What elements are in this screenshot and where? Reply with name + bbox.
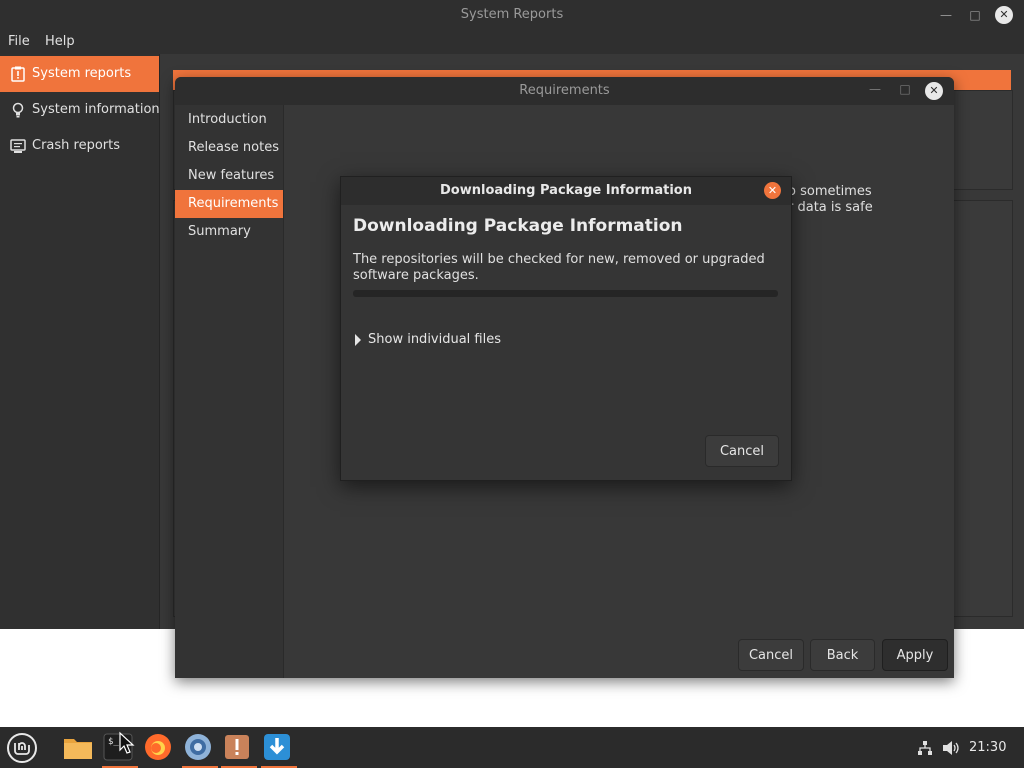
requirements-text-line: r data is safe: [788, 200, 873, 215]
report-icon: [11, 66, 25, 82]
menu-help[interactable]: Help: [45, 34, 75, 49]
update-manager-task[interactable]: [259, 727, 297, 768]
requirements-title: Requirements: [519, 83, 610, 98]
cancel-button[interactable]: Cancel: [738, 639, 804, 671]
system-reports-task[interactable]: [219, 727, 257, 768]
nav-item-label: New features: [188, 168, 275, 183]
firefox-task[interactable]: [140, 727, 178, 768]
sidebar-item-system-information[interactable]: System information: [0, 92, 160, 128]
mint-menu-icon[interactable]: [6, 732, 38, 764]
back-button[interactable]: Back: [810, 639, 875, 671]
minimize-icon[interactable]: —: [867, 82, 883, 96]
requirements-nav: Introduction Release notes New features …: [175, 105, 284, 678]
nav-item-requirements[interactable]: Requirements: [175, 190, 283, 218]
dialog-title: Downloading Package Information: [440, 183, 692, 198]
apply-button[interactable]: Apply: [882, 639, 948, 671]
expander-label: Show individual files: [368, 332, 502, 347]
download-dialog: Downloading Package Information ✕ Downlo…: [340, 176, 792, 481]
lightbulb-icon: [12, 102, 24, 118]
main-window-title: System Reports: [460, 7, 564, 22]
terminal-task[interactable]: $_: [100, 727, 138, 768]
nav-item-label: Requirements: [188, 196, 279, 211]
nav-item-summary[interactable]: Summary: [175, 218, 283, 246]
triangle-right-icon: [355, 334, 361, 346]
close-icon[interactable]: ✕: [995, 6, 1013, 24]
nav-item-label: Summary: [188, 224, 251, 239]
taskbar: $_ 21:30: [0, 727, 1024, 768]
menu-file[interactable]: File: [8, 34, 30, 49]
firefox-icon: [145, 734, 171, 760]
maximize-icon[interactable]: □: [966, 6, 984, 24]
requirements-titlebar[interactable]: Requirements — □ ✕: [175, 77, 954, 105]
dialog-titlebar[interactable]: Downloading Package Information ✕: [341, 177, 791, 205]
clock[interactable]: 21:30: [969, 740, 1006, 755]
update-manager-icon: [264, 734, 290, 760]
sidebar-item-label: Crash reports: [32, 138, 121, 153]
volume-icon[interactable]: [942, 740, 960, 756]
nav-item-label: Release notes: [188, 140, 279, 155]
sidebar-item-crash-reports[interactable]: Crash reports: [0, 128, 159, 164]
dialog-cancel-button[interactable]: Cancel: [705, 435, 779, 467]
sidebar-item-system-reports[interactable]: System reports: [0, 56, 159, 92]
nav-item-label: Introduction: [188, 112, 267, 127]
menubar: File Help: [0, 30, 1024, 54]
dialog-description: The repositories will be checked for new…: [353, 252, 765, 283]
monitor-icon: [10, 139, 26, 153]
maximize-icon[interactable]: □: [897, 82, 913, 96]
requirements-text-line: o sometimes: [788, 184, 872, 199]
close-icon[interactable]: ✕: [925, 82, 943, 100]
main-titlebar[interactable]: System Reports — □ ✕: [0, 0, 1024, 30]
sidebar-item-label: System reports: [32, 66, 132, 81]
sidebar-item-label: System information: [32, 102, 160, 117]
nav-item-release-notes[interactable]: Release notes: [175, 134, 283, 162]
nav-item-new-features[interactable]: New features: [175, 162, 283, 190]
dialog-heading: Downloading Package Information: [353, 216, 683, 236]
browser-task[interactable]: [180, 727, 218, 768]
sidebar: System reports System information Crash …: [0, 54, 160, 629]
network-icon[interactable]: [917, 740, 933, 756]
mouse-cursor-icon: [119, 731, 135, 754]
system-reports-icon: [225, 735, 249, 759]
minimize-icon[interactable]: —: [937, 6, 955, 24]
browser-icon: [185, 734, 211, 760]
nav-item-introduction[interactable]: Introduction: [175, 106, 283, 134]
files-icon[interactable]: [62, 731, 94, 763]
progress-bar: [353, 290, 778, 297]
close-icon[interactable]: ✕: [764, 182, 781, 199]
